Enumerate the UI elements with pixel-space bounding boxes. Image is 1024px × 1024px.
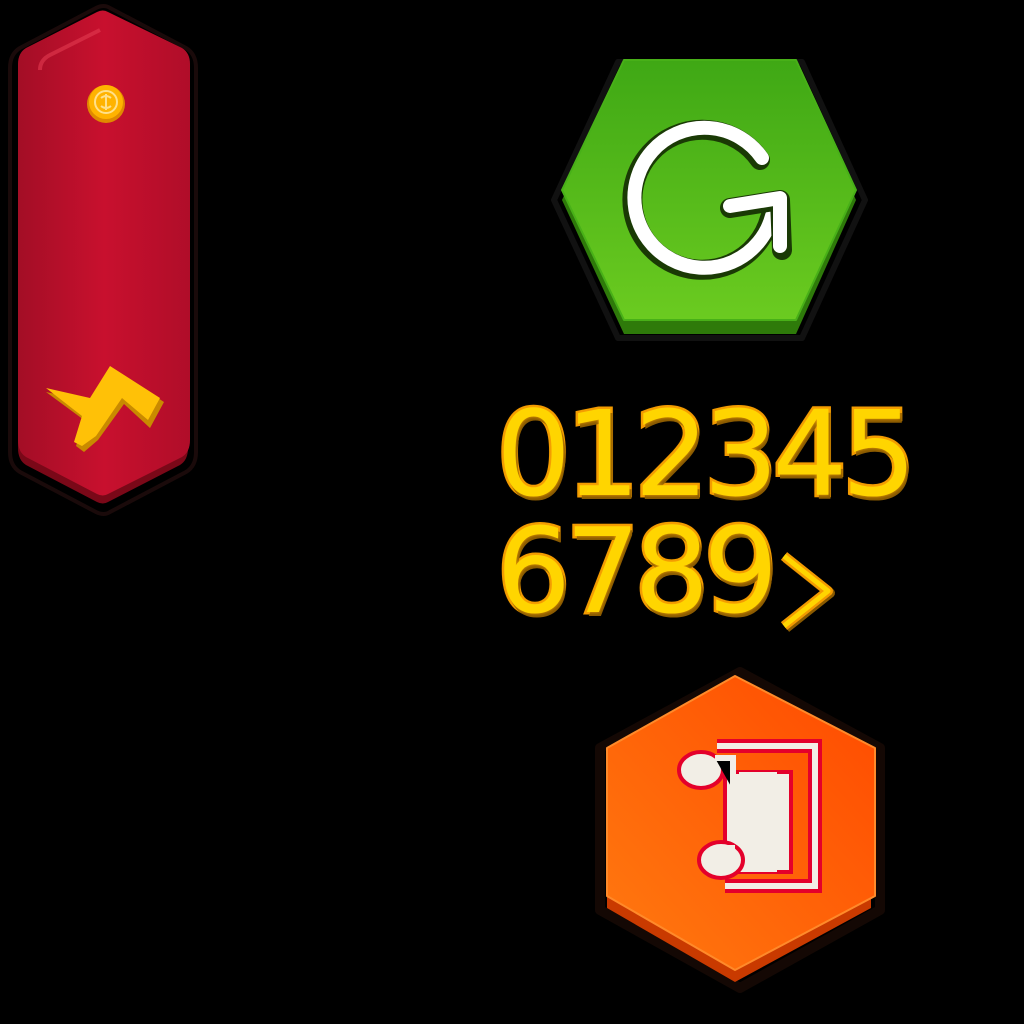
music-button[interactable] — [585, 660, 895, 1000]
digit-font-row-1: 012345 — [493, 385, 918, 523]
energy-panel — [8, 4, 198, 516]
restart-button[interactable] — [540, 40, 880, 360]
digit-font-row-2: 6789 — [493, 502, 780, 640]
chevron-right-icon — [780, 552, 835, 632]
coin-dollar-icon — [87, 85, 125, 123]
